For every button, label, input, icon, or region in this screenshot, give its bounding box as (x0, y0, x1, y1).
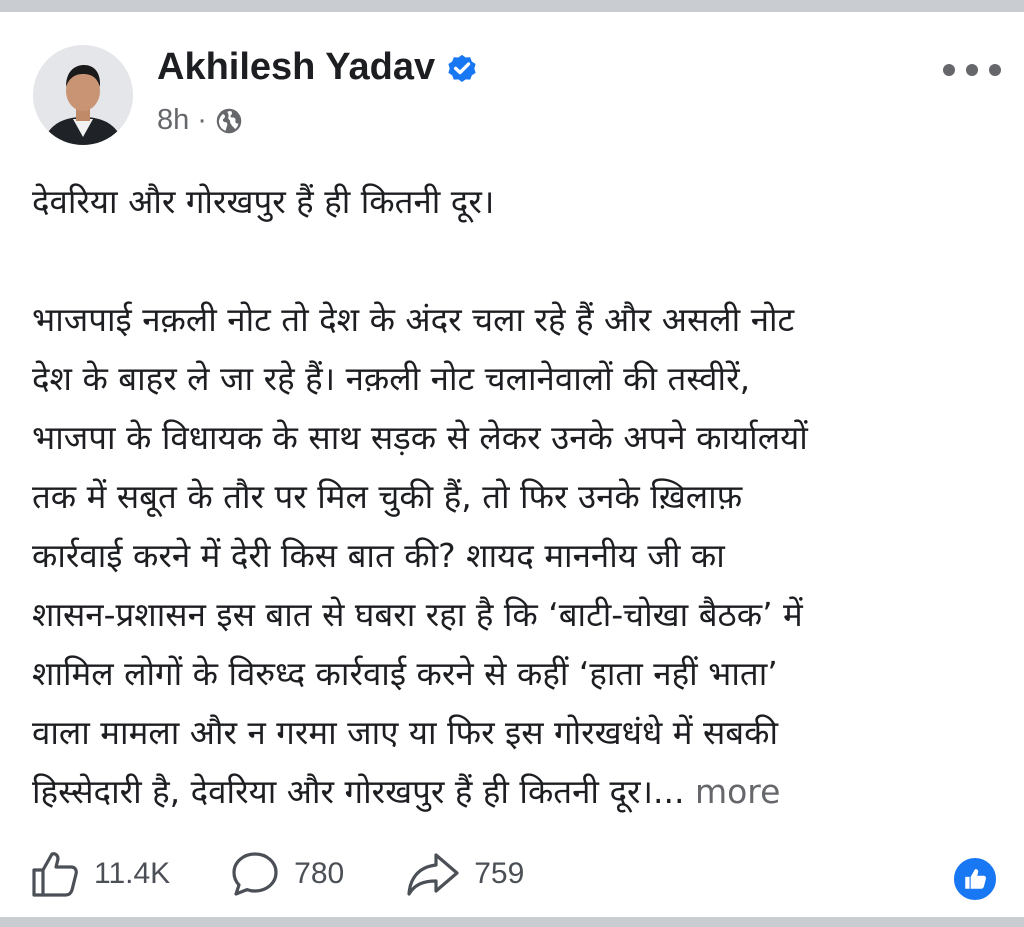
action-bar: 11.4K 780 759 (30, 844, 994, 904)
see-more-link[interactable]: more (684, 772, 781, 811)
like-button[interactable]: 11.4K (30, 849, 170, 899)
avatar-photo (33, 45, 133, 145)
post-text-line: देवरिया और गोरखपुर हैं ही कितनी दूर। (32, 182, 495, 221)
thumbs-up-icon (32, 852, 78, 897)
menu-dot (943, 64, 955, 76)
comment-bubble-icon (232, 852, 278, 896)
like-count: 11.4K (94, 857, 171, 890)
like-reaction-icon[interactable] (951, 855, 999, 903)
post-text-line: वाला मामला और न गरमा जाए या फिर इस गोरखध… (32, 713, 779, 752)
post-text-line: शासन-प्रशासन इस बात से घबरा रहा है कि ‘ब… (32, 595, 803, 634)
post-text-line: कार्रवाई करने में देरी किस बात की? शायद … (32, 536, 725, 575)
comment-button[interactable]: 780 (230, 849, 344, 899)
avatar[interactable] (33, 45, 133, 145)
comment-count: 780 (294, 857, 345, 890)
bottom-divider (0, 917, 1024, 927)
author-name[interactable]: Akhilesh Yadav (157, 46, 435, 89)
post-text-line: भाजपाई नक़ली नोट तो देश के अंदर चला रहे … (32, 300, 795, 339)
more-options-icon[interactable] (943, 58, 1001, 82)
menu-dot (989, 64, 1001, 76)
menu-dot (966, 64, 978, 76)
post-body: देवरिया और गोरखपुर हैं ही कितनी दूर। भाज… (32, 172, 992, 821)
share-button[interactable]: 759 (406, 849, 524, 899)
post-text-line: हिस्सेदारी है, देवरिया और गोरखपुर हैं ही… (32, 772, 685, 811)
share-count: 759 (474, 857, 525, 890)
globe-icon (216, 108, 242, 133)
post-text-line: भाजपा के विधायक के साथ सड़क से लेकर उनके… (32, 418, 808, 457)
post-text-line: शामिल लोगों के विरुध्द कार्रवाई करने से … (32, 654, 778, 693)
top-divider (0, 0, 1024, 12)
reaction-thumb-icon (965, 869, 986, 889)
post-card: Akhilesh Yadav 8h · देवरिया और गोरखपुर ह… (0, 12, 1024, 917)
author-name-row: Akhilesh Yadav (157, 46, 479, 89)
post-text-line: तक में सबूत के तौर पर मिल चुकी हैं, तो फ… (32, 477, 743, 516)
share-arrow-icon (407, 853, 459, 896)
post-text-line: देश के बाहर ले जा रहे हैं। नक़ली नोट चला… (32, 359, 751, 398)
meta-separator: · (197, 104, 207, 136)
verified-badge-icon (448, 54, 476, 82)
post-text-last-line: हिस्सेदारी है, देवरिया और गोरखपुर हैं ही… (32, 762, 992, 821)
post-meta: 8h · (157, 104, 243, 137)
post-time[interactable]: 8h (157, 104, 189, 137)
